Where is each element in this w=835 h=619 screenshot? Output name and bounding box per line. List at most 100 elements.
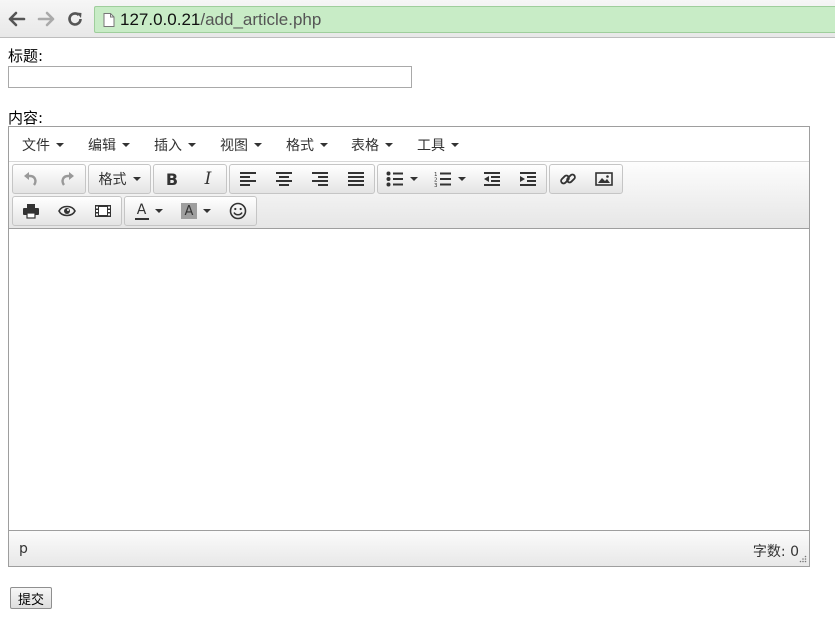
background-color-icon: A bbox=[181, 203, 197, 219]
formats-dropdown[interactable]: 格式 bbox=[89, 165, 150, 193]
smiley-icon bbox=[229, 202, 247, 220]
menu-view[interactable]: 视图 bbox=[220, 127, 262, 162]
film-icon bbox=[95, 205, 111, 217]
menu-label: 编辑 bbox=[88, 137, 116, 154]
caret-down-icon bbox=[320, 142, 328, 147]
text-color-glyph: A bbox=[136, 201, 147, 218]
editor-content-area[interactable] bbox=[9, 230, 809, 530]
page-icon bbox=[103, 13, 115, 27]
arrow-left-icon bbox=[8, 11, 26, 27]
align-left-icon bbox=[240, 172, 256, 186]
outdent-button[interactable] bbox=[474, 165, 510, 193]
bullet-list-icon bbox=[386, 171, 403, 187]
menu-file[interactable]: 文件 bbox=[22, 127, 64, 162]
formats-label: 格式 bbox=[98, 172, 127, 188]
url-host: 127.0.0.21 bbox=[120, 10, 201, 29]
menu-format[interactable]: 格式 bbox=[286, 127, 328, 162]
text-style-group: B I bbox=[153, 164, 227, 194]
indent-button[interactable] bbox=[510, 165, 546, 193]
word-count: 字数: 0 bbox=[752, 544, 799, 560]
undo-icon bbox=[24, 172, 37, 186]
list-group: 123 bbox=[377, 164, 547, 194]
preview-button[interactable] bbox=[49, 197, 85, 225]
align-left-button[interactable] bbox=[230, 165, 266, 193]
align-center-icon bbox=[276, 172, 292, 186]
caret-down-icon bbox=[451, 142, 459, 147]
editor-menubar: 文件 编辑 插入 视图 格式 表格 工具 bbox=[9, 127, 809, 162]
image-button[interactable] bbox=[586, 165, 622, 193]
editor-statusbar: p 字数: 0 bbox=[9, 530, 809, 566]
address-bar[interactable]: 127.0.0.21/add_article.php bbox=[94, 6, 835, 33]
caret-down-icon bbox=[122, 142, 130, 147]
bold-icon: B bbox=[165, 169, 179, 189]
background-color-button[interactable]: A bbox=[172, 197, 220, 225]
italic-button[interactable]: I bbox=[190, 165, 226, 193]
menu-edit[interactable]: 编辑 bbox=[88, 127, 130, 162]
caret-down-icon bbox=[254, 142, 262, 147]
emoticons-button[interactable] bbox=[220, 197, 256, 225]
align-center-button[interactable] bbox=[266, 165, 302, 193]
forward-button[interactable] bbox=[35, 8, 57, 30]
outdent-icon bbox=[484, 172, 500, 186]
svg-text:3: 3 bbox=[434, 183, 438, 187]
caret-down-icon bbox=[410, 177, 418, 181]
caret-down-icon bbox=[132, 177, 141, 181]
url-text: 127.0.0.21/add_article.php bbox=[120, 10, 321, 30]
bold-button[interactable]: B bbox=[154, 165, 190, 193]
background-color-glyph: A bbox=[184, 203, 194, 219]
editor-toolbar: 格式 B I 1 2 3 A A bbox=[9, 162, 809, 229]
formats-group: 格式 bbox=[88, 164, 151, 194]
print-icon bbox=[23, 204, 39, 219]
link-icon bbox=[560, 173, 576, 185]
bullet-list-button[interactable] bbox=[378, 165, 426, 193]
reload-button[interactable] bbox=[64, 8, 86, 30]
text-color-button[interactable]: A bbox=[125, 197, 172, 225]
reload-icon bbox=[68, 12, 82, 26]
resize-handle-icon[interactable] bbox=[797, 554, 807, 564]
numbered-list-icon: 123 bbox=[434, 172, 451, 187]
caret-down-icon bbox=[458, 177, 466, 181]
arrow-right-icon bbox=[37, 11, 55, 27]
alignment-group bbox=[229, 164, 375, 194]
caret-down-icon bbox=[188, 142, 196, 147]
italic-icon: I bbox=[204, 169, 212, 189]
view-group bbox=[12, 196, 122, 226]
title-input[interactable] bbox=[8, 66, 412, 88]
element-path[interactable]: p bbox=[19, 541, 28, 557]
menu-label: 文件 bbox=[22, 137, 50, 154]
redo-button[interactable] bbox=[49, 165, 85, 193]
align-justify-button[interactable] bbox=[338, 165, 374, 193]
history-group bbox=[12, 164, 86, 194]
menu-label: 插入 bbox=[154, 137, 182, 154]
print-button[interactable] bbox=[13, 197, 49, 225]
indent-icon bbox=[520, 172, 536, 186]
caret-down-icon bbox=[56, 142, 64, 147]
submit-button[interactable]: 提交 bbox=[10, 587, 52, 609]
menu-label: 表格 bbox=[351, 137, 379, 154]
menu-tools[interactable]: 工具 bbox=[417, 127, 459, 162]
caret-down-icon bbox=[385, 142, 393, 147]
text-color-swatch bbox=[134, 217, 149, 220]
color-group: A A bbox=[124, 196, 257, 226]
rich-text-editor: 文件 编辑 插入 视图 格式 表格 工具 格式 B I 1 2 3 A A p … bbox=[8, 126, 810, 567]
title-label: 标题: bbox=[8, 47, 44, 65]
menu-table[interactable]: 表格 bbox=[351, 127, 393, 162]
menu-insert[interactable]: 插入 bbox=[154, 127, 196, 162]
align-justify-icon bbox=[348, 172, 364, 186]
align-right-icon bbox=[312, 172, 328, 186]
link-button[interactable] bbox=[550, 165, 586, 193]
back-button[interactable] bbox=[6, 8, 28, 30]
caret-down-icon bbox=[154, 209, 163, 213]
text-color-icon: A bbox=[134, 201, 149, 220]
menu-label: 视图 bbox=[220, 137, 248, 154]
undo-button[interactable] bbox=[13, 165, 49, 193]
caret-down-icon bbox=[203, 209, 211, 213]
numbered-list-button[interactable]: 123 bbox=[426, 165, 474, 193]
insert-group bbox=[549, 164, 623, 194]
align-right-button[interactable] bbox=[302, 165, 338, 193]
menu-label: 工具 bbox=[417, 137, 445, 154]
content-label: 内容: bbox=[8, 109, 44, 127]
menu-label: 格式 bbox=[286, 137, 314, 154]
media-button[interactable] bbox=[85, 197, 121, 225]
browser-toolbar: 127.0.0.21/add_article.php bbox=[0, 0, 835, 38]
